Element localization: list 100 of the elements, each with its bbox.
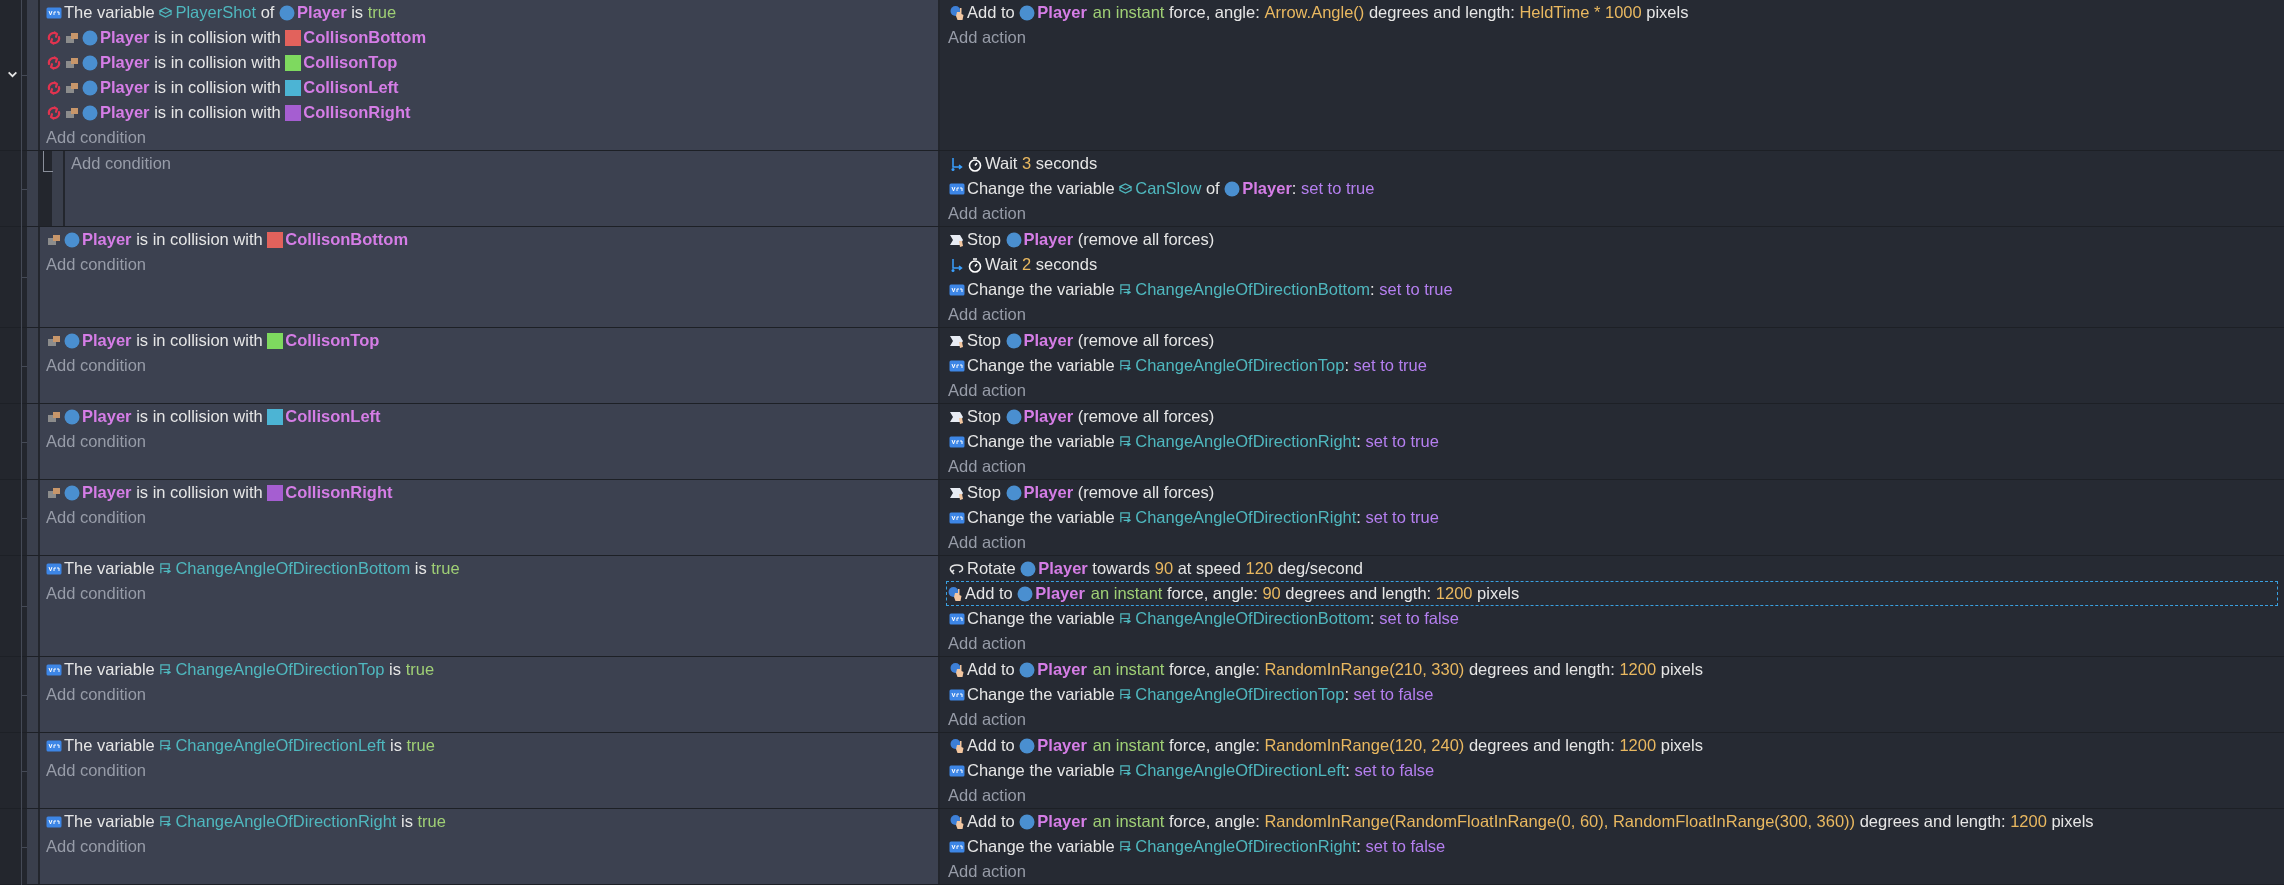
description-text: pixels (1645, 3, 1689, 22)
chevron-icon[interactable] (7, 69, 18, 80)
event-drag-handle[interactable] (52, 151, 65, 226)
add-action-link[interactable]: Add action (948, 381, 1026, 400)
condition-row[interactable]: Player is in collision with CollisonBottom (46, 227, 938, 252)
object-name: Player (100, 28, 150, 47)
action-row[interactable]: Change the variable CanSlow of Player: set to true (948, 176, 2278, 201)
add-action-link[interactable]: Add action (948, 786, 1026, 805)
add-condition-link[interactable]: Add condition (46, 432, 146, 451)
action-row[interactable]: Change the variable ChangeAngleOfDirectionRight: set to true (948, 505, 2278, 530)
action-row[interactable]: Stop Player (remove all forces) (948, 328, 2278, 353)
add-condition-link[interactable]: Add condition (46, 255, 146, 274)
variable-name: ChangeAngleOfDirectionRight (1135, 432, 1357, 451)
action-row[interactable]: Stop Player (remove all forces) (948, 227, 2278, 252)
add-condition-link[interactable]: Add condition (46, 837, 146, 856)
condition-row[interactable]: Player is in collision with CollisonRight (46, 480, 938, 505)
value-text: set to true (1365, 508, 1439, 527)
condition-row[interactable]: Player is in collision with CollisonLeft (46, 404, 938, 429)
add-action-link[interactable]: Add action (948, 710, 1026, 729)
add-action-link[interactable]: Add action (948, 457, 1026, 476)
variable-name: ChangeAngleOfDirectionBottom (1135, 609, 1371, 628)
action-row[interactable]: Change the variable ChangeAngleOfDirectionBottom: set to true (948, 277, 2278, 302)
condition-row[interactable]: The variable ChangeAngleOfDirectionBottom is true (46, 556, 938, 581)
condition-row[interactable]: The variable ChangeAngleOfDirectionLeft is true (46, 733, 938, 758)
description-text: of (1204, 179, 1221, 198)
action-row[interactable]: Add to Player an instant force, angle: Arrow.Angle() degrees and length: HeldTime * 1000 pixels (948, 0, 2278, 25)
description-text: Add to (967, 736, 1016, 755)
add-action-link[interactable]: Add action (948, 634, 1026, 653)
object-name: CollisonRight (303, 103, 411, 122)
add-condition-link[interactable]: Add condition (46, 685, 146, 704)
description-text: The variable (64, 559, 156, 578)
add-action-link[interactable]: Add action (948, 305, 1026, 324)
action-row[interactable]: Change the variable ChangeAngleOfDirectionBottom: set to false (948, 606, 2278, 631)
description-text: degrees and length: (1284, 584, 1433, 603)
description-text: towards (1091, 559, 1152, 578)
add-condition-link[interactable]: Add condition (46, 508, 146, 527)
event-drag-handle[interactable] (27, 0, 40, 150)
condition-row[interactable]: The variable PlayerShot of Player is true (46, 0, 938, 25)
keyword-text: true (405, 660, 435, 679)
add-action-link[interactable]: Add action (948, 28, 1026, 47)
event-drag-handle[interactable] (27, 556, 40, 656)
action-row[interactable]: Change the variable ChangeAngleOfDirectionLeft: set to false (948, 758, 2278, 783)
object-name: Player (1023, 483, 1074, 502)
action-row[interactable]: Change the variable ChangeAngleOfDirectionTop: set to true (948, 353, 2278, 378)
action-row[interactable]: Add to Player an instant force, angle: RandomInRange(210, 330) degrees and length: 1200 pixels (948, 657, 2278, 682)
condition-row[interactable]: Player is in collision with CollisonTop (46, 50, 938, 75)
add-action-link[interactable]: Add action (948, 533, 1026, 552)
description-text: Stop (967, 483, 1002, 502)
object-name: Player (1037, 736, 1087, 755)
action-row[interactable]: Stop Player (remove all forces) (948, 404, 2278, 429)
event-drag-handle[interactable] (27, 733, 40, 808)
add-condition-link[interactable]: Add condition (71, 154, 171, 173)
variable-name: ChangeAngleOfDirectionRight (175, 812, 397, 831)
action-row[interactable]: Change the variable ChangeAngleOfDirectionTop: set to false (948, 682, 2278, 707)
add-condition-link[interactable]: Add condition (46, 356, 146, 375)
description-text: is in collision with (153, 53, 282, 72)
description-text: is in collision with (153, 78, 282, 97)
condition-row[interactable]: Player is in collision with CollisonLeft (46, 75, 938, 100)
condition-row[interactable]: Player is in collision with CollisonTop (46, 328, 938, 353)
variable-icon (159, 739, 173, 752)
action-row[interactable]: Change the variable ChangeAngleOfDirectionRight: set to false (948, 834, 2278, 859)
description-text: : (1370, 609, 1376, 628)
description-text: is (389, 736, 403, 755)
action-row[interactable]: Add to Player an instant force, angle: RandomInRange(RandomFloatInRange(0, 60), RandomFloatInRange(300, 360)) degrees and length: 1200 pixels (948, 809, 2278, 834)
action-row[interactable]: Change the variable ChangeAngleOfDirectionRight: set to true (948, 429, 2278, 454)
event-drag-handle[interactable] (27, 480, 40, 555)
event-drag-handle[interactable] (27, 657, 40, 732)
add-condition-link[interactable]: Add condition (46, 584, 146, 603)
event-drag-handle[interactable] (27, 809, 40, 884)
description-text: Change the variable (967, 508, 1116, 527)
description-text: pixels (1659, 660, 1703, 679)
value-text: set to true (1353, 356, 1427, 375)
condition-row[interactable]: The variable ChangeAngleOfDirectionTop is true (46, 657, 938, 682)
description-text: deg/second (1276, 559, 1363, 578)
description-text: Change the variable (967, 609, 1116, 628)
action-row[interactable]: Wait 2 seconds (948, 252, 2278, 277)
add-condition-link[interactable]: Add condition (46, 761, 146, 780)
action-row[interactable]: Stop Player (remove all forces) (948, 480, 2278, 505)
object-variable-icon (159, 6, 173, 19)
condition-row[interactable]: The variable ChangeAngleOfDirectionRight is true (46, 809, 938, 834)
event-drag-handle[interactable] (27, 151, 40, 226)
event-drag-handle[interactable] (27, 404, 40, 479)
add-action-link[interactable]: Add action (948, 204, 1026, 223)
event-drag-handle[interactable] (27, 328, 40, 403)
variable-name: ChangeAngleOfDirectionRight (1135, 508, 1357, 527)
condition-row[interactable]: Player is in collision with CollisonBottom (46, 25, 938, 50)
action-row[interactable]: Add to Player an instant force, angle: RandomInRange(120, 240) degrees and length: 1200 pixels (948, 733, 2278, 758)
add-action-link[interactable]: Add action (948, 862, 1026, 881)
condition-row[interactable]: Player is in collision with CollisonRight (46, 100, 938, 125)
keyword-text: an instant (1092, 660, 1165, 679)
action-row[interactable]: Add to Player an instant force, angle: 90 degrees and length: 1200 pixels (946, 581, 2278, 606)
object-name: Player (1037, 660, 1087, 679)
object-name: CollisonLeft (285, 407, 381, 426)
action-row[interactable]: Wait 3 seconds (948, 151, 2278, 176)
action-row[interactable]: Rotate Player towards 90 at speed 120 deg/second (948, 556, 2278, 581)
event-drag-handle[interactable] (27, 227, 40, 327)
add-condition-link[interactable]: Add condition (46, 128, 146, 147)
timer-icon (967, 256, 983, 273)
object-name: CollisonRight (285, 483, 393, 502)
description-text: Change the variable (967, 179, 1116, 198)
